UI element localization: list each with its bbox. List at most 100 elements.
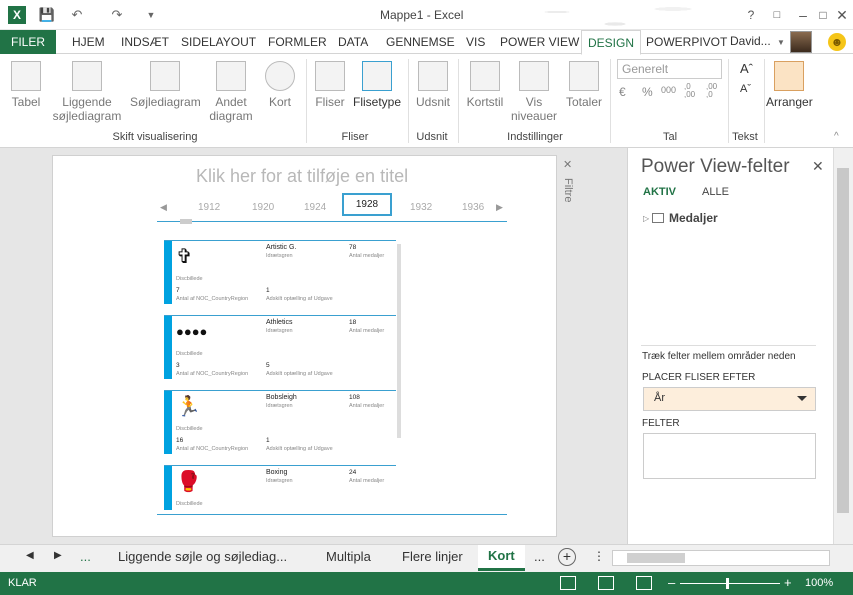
card[interactable]: 🥊 Discbillede Boxing Idrætsgren 24 Antal… <box>164 465 396 510</box>
ribbon-display-icon[interactable]: □ <box>764 4 790 26</box>
increase-decimal-icon[interactable]: ,0,00 <box>684 83 695 99</box>
sheet-tab-active[interactable]: Kort <box>478 545 525 571</box>
zoom-out-icon[interactable]: – <box>668 575 675 590</box>
map-button[interactable]: Kort <box>262 61 298 109</box>
scroll-thumb[interactable] <box>837 168 849 513</box>
card-style-button[interactable]: Kortstil <box>463 61 507 109</box>
fields-drop-zone[interactable] <box>643 433 816 479</box>
column-chart-button[interactable]: Søjlediagram <box>130 61 201 109</box>
pane-close-icon[interactable]: ✕ <box>812 158 824 175</box>
zoom-level[interactable]: 100% <box>805 577 833 589</box>
table-icon <box>11 61 41 91</box>
other-chart-button[interactable]: Andet diagram <box>204 61 258 123</box>
tile-year[interactable]: 1924 <box>304 202 326 213</box>
totals-button[interactable]: Totaler <box>564 61 604 109</box>
tab-file[interactable]: FILER <box>0 30 56 54</box>
pane-scrollbar[interactable] <box>833 148 853 544</box>
filters-tab[interactable]: Filtre <box>562 178 574 202</box>
currency-icon[interactable]: € <box>619 85 626 99</box>
horizontal-scrollbar[interactable] <box>612 550 830 566</box>
card-medals: 108 <box>349 394 360 401</box>
card-sport-label: Idrætsgren <box>266 253 293 259</box>
card-accent-bar <box>164 241 172 304</box>
tile-year[interactable]: 1936 <box>462 202 484 213</box>
slicer-button[interactable]: Udsnit <box>414 61 452 109</box>
card[interactable]: ●●●● Discbillede Athletics Idrætsgren 18… <box>164 315 396 379</box>
card-noc-label: Antal af NOC_CountryRegion <box>176 371 249 377</box>
table-button[interactable]: Tabel <box>8 61 44 109</box>
percent-icon[interactable]: % <box>642 85 653 99</box>
redo-icon[interactable]: ↷ <box>108 6 126 24</box>
zoom-slider-knob[interactable] <box>726 578 729 589</box>
show-levels-button[interactable]: Vis niveauer <box>508 61 560 123</box>
card[interactable]: 🏃 Discbillede Bobsleigh Idrætsgren 108 A… <box>164 390 396 454</box>
collapse-ribbon-icon[interactable]: ^ <box>834 131 839 142</box>
tile-year[interactable]: 1932 <box>410 202 432 213</box>
tile-scroll-right-icon[interactable]: ▶ <box>496 202 503 213</box>
feedback-smiley-icon[interactable]: ☻ <box>828 33 846 51</box>
sheet-tab[interactable]: Flere linjer <box>402 549 463 564</box>
tab-home[interactable]: HJEM <box>72 30 105 54</box>
zoom-in-icon[interactable]: + <box>784 575 792 590</box>
sheet-more-left[interactable]: ... <box>80 549 91 564</box>
close-button[interactable]: ✕ <box>829 4 853 26</box>
comma-icon[interactable]: 000 <box>661 85 676 95</box>
number-format-dropdown[interactable]: Generelt <box>617 59 722 79</box>
card[interactable]: ✞ Discbillede Artistic G. Idrætsgren 78 … <box>164 240 396 304</box>
tile-scroll-left-icon[interactable]: ◀ <box>160 202 167 213</box>
tile-by-field[interactable]: År <box>643 387 816 411</box>
tab-all[interactable]: ALLE <box>702 186 729 198</box>
arrange-button[interactable]: Arranger <box>766 61 813 109</box>
sheet-prev-icon[interactable]: ◀ <box>26 550 34 561</box>
tile-strip-scroll-thumb[interactable] <box>180 219 192 224</box>
undo-icon[interactable]: ↶ <box>68 6 86 24</box>
sheet-tab[interactable]: Liggende søjle og søjlediag... <box>118 549 287 564</box>
tab-insert[interactable]: INDSÆT <box>121 30 169 54</box>
tile-type-button[interactable]: Flisetype <box>352 61 402 109</box>
card-visualization[interactable]: ✞ Discbillede Artistic G. Idrætsgren 78 … <box>164 238 402 510</box>
tab-formulas[interactable]: FORMLER <box>268 30 327 54</box>
sheet-options-icon[interactable]: ⋮ <box>593 549 605 563</box>
report-title-placeholder[interactable]: Klik her for at tilføje en titel <box>196 166 408 187</box>
sheet-next-icon[interactable]: ▶ <box>54 550 62 561</box>
page-break-view-icon[interactable] <box>636 576 652 590</box>
tile-year[interactable]: 1912 <box>198 202 220 213</box>
page-layout-view-icon[interactable] <box>598 576 614 590</box>
user-name[interactable]: David... <box>730 34 771 48</box>
add-sheet-icon[interactable]: + <box>558 548 576 566</box>
qat-customize-icon[interactable]: ▼ <box>142 6 160 24</box>
status-text: KLAR <box>8 577 37 589</box>
tab-design[interactable]: DESIGN <box>581 30 642 55</box>
sheet-tab[interactable]: Multipla <box>326 549 371 564</box>
card-accent-bar <box>164 466 172 510</box>
scroll-thumb[interactable] <box>627 553 685 563</box>
dropdown-caret-icon[interactable] <box>797 396 807 401</box>
tab-page-layout[interactable]: SIDELAYOUT <box>181 30 256 54</box>
avatar[interactable] <box>790 31 812 53</box>
tile-year-selected[interactable]: 1928 <box>342 193 392 216</box>
tab-review[interactable]: GENNEMSE <box>386 30 455 54</box>
excel-icon[interactable]: X <box>8 6 26 24</box>
decrease-decimal-icon[interactable]: ,00,0 <box>706 83 717 99</box>
tiles-button[interactable]: Fliser <box>312 61 348 109</box>
tab-view[interactable]: VIS <box>466 30 485 54</box>
ribbon: Tabel Liggende søjlediagram Søjlediagram… <box>0 55 853 148</box>
field-table-medals[interactable]: Medaljer <box>669 211 718 225</box>
tab-active[interactable]: AKTIV <box>643 186 676 198</box>
normal-view-icon[interactable] <box>560 576 576 590</box>
filters-close-icon[interactable]: ✕ <box>563 158 572 171</box>
expand-icon[interactable]: ▷ <box>643 214 649 223</box>
zoom-slider[interactable] <box>680 583 780 584</box>
increase-font-icon[interactable]: Aˆ <box>740 61 753 76</box>
tab-powerpivot[interactable]: POWERPIVOT <box>646 30 727 54</box>
bar-chart-button[interactable]: Liggende søjlediagram <box>44 61 130 123</box>
tile-year[interactable]: 1920 <box>252 202 274 213</box>
cards-scrollbar[interactable] <box>397 244 401 438</box>
decrease-font-icon[interactable]: Aˇ <box>740 83 751 95</box>
tab-power-view[interactable]: POWER VIEW <box>500 30 579 54</box>
tab-data[interactable]: DATA <box>338 30 368 54</box>
help-icon[interactable]: ? <box>738 4 764 26</box>
save-icon[interactable]: 💾 <box>38 6 56 24</box>
sheet-more-right[interactable]: ... <box>534 549 545 564</box>
user-chevron-icon[interactable]: ▼ <box>772 33 790 51</box>
